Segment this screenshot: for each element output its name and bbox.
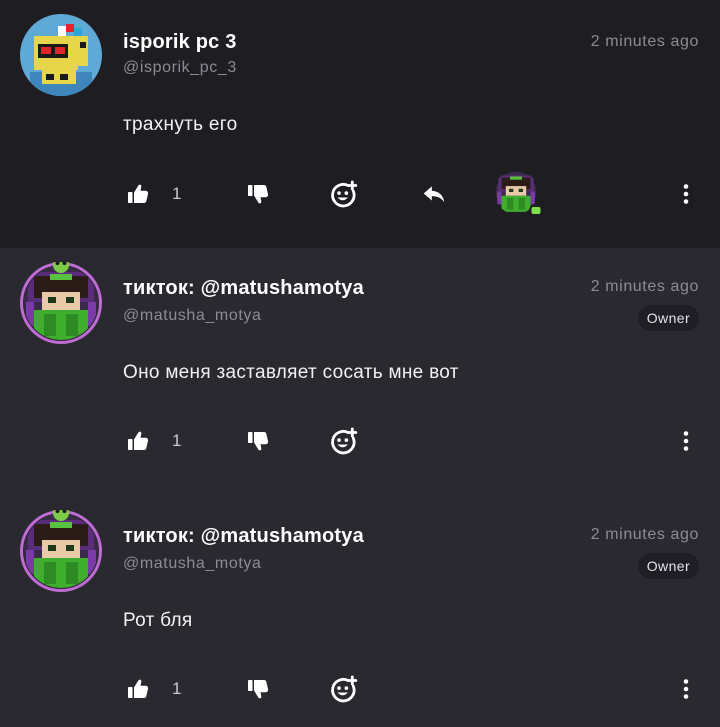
online-dot-icon <box>531 207 541 214</box>
thumbs-down-icon <box>246 182 270 206</box>
username[interactable]: тикток: @matushamotya <box>123 525 364 548</box>
avatar[interactable] <box>20 510 102 592</box>
comment-text: Оно меня заставляет сосать мне вот <box>123 362 459 383</box>
owner-badge: Owner <box>637 553 699 579</box>
avatar[interactable] <box>20 14 102 96</box>
thumbs-down-icon <box>246 429 270 453</box>
reply-button[interactable] <box>414 174 454 214</box>
user-handle: @matusha_motya <box>123 307 262 324</box>
like-count: 1 <box>172 679 182 698</box>
thumbs-up-icon <box>126 429 150 453</box>
add-reaction-button[interactable] <box>324 669 364 709</box>
more-vertical-icon <box>674 182 698 206</box>
more-vertical-icon <box>674 429 698 453</box>
dislike-button[interactable] <box>238 669 278 709</box>
like-button[interactable] <box>118 669 158 709</box>
add-reaction-icon <box>330 675 358 703</box>
like-count: 1 <box>172 431 182 450</box>
avatar[interactable] <box>20 262 102 344</box>
comment-actions: 1 <box>0 669 720 709</box>
thumbs-up-icon <box>126 182 150 206</box>
timestamp: 2 minutes ago <box>590 278 699 295</box>
comment-item: isporik pc 3 @isporik_pc_3 2 minutes ago… <box>0 0 720 248</box>
timestamp: 2 minutes ago <box>590 33 699 50</box>
username[interactable]: тикток: @matushamotya <box>123 277 364 300</box>
comment-item: тикток: @matushamotya @matusha_motya 2 m… <box>0 496 720 727</box>
comment-text: Рот бля <box>123 610 193 631</box>
like-button[interactable] <box>118 421 158 461</box>
comment-text: трахнуть его <box>123 114 238 135</box>
comment-item: тикток: @matushamotya @matusha_motya 2 m… <box>0 248 720 496</box>
owner-badge: Owner <box>637 305 699 331</box>
user-handle: @isporik_pc_3 <box>123 59 237 76</box>
user-handle: @matusha_motya <box>123 555 262 572</box>
thumbs-down-icon <box>246 677 270 701</box>
add-reaction-icon <box>330 427 358 455</box>
comment-actions: 1 <box>0 421 720 461</box>
comment-actions: 1 <box>0 174 720 218</box>
more-options-button[interactable] <box>666 174 706 214</box>
thumbs-up-icon <box>126 677 150 701</box>
username[interactable]: isporik pc 3 <box>123 31 237 54</box>
more-options-button[interactable] <box>666 669 706 709</box>
add-reaction-icon <box>330 180 358 208</box>
dislike-button[interactable] <box>238 421 278 461</box>
add-reaction-button[interactable] <box>324 174 364 214</box>
add-reaction-button[interactable] <box>324 421 364 461</box>
owner-reaction-avatar[interactable] <box>490 166 546 222</box>
dislike-button[interactable] <box>238 174 278 214</box>
timestamp: 2 minutes ago <box>590 526 699 543</box>
like-count: 1 <box>172 184 182 203</box>
reply-icon <box>421 181 447 207</box>
more-vertical-icon <box>674 677 698 701</box>
more-options-button[interactable] <box>666 421 706 461</box>
like-button[interactable] <box>118 174 158 214</box>
